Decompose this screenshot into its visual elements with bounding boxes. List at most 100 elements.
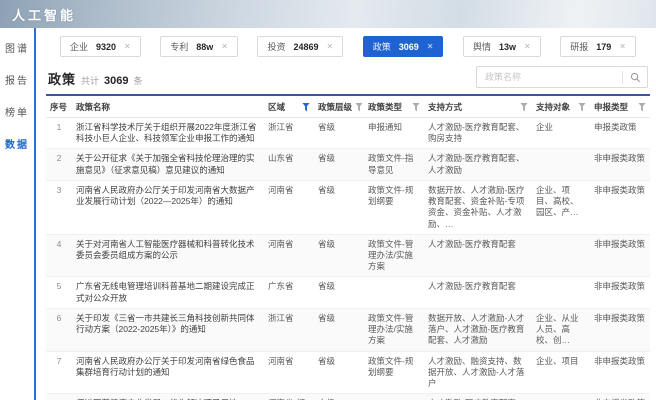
filter-chip-policy[interactable]: 政策 3069 ✕ bbox=[362, 36, 444, 57]
sidebar-item-rank[interactable]: 榜单 bbox=[5, 104, 29, 119]
cell-name[interactable]: 关于对河南省人工智能医疗器械和科普转化技术委员会委员组成方案的公示 bbox=[72, 235, 264, 277]
cell-region: 浙江省 bbox=[268, 122, 294, 132]
cell-support: 数据开放、人才激励-人才落户、人才激励-医疗教育配套、人才激励 bbox=[428, 312, 525, 346]
chip-remove-icon[interactable]: ✕ bbox=[124, 42, 131, 51]
search-input[interactable] bbox=[477, 72, 622, 82]
cell-type: 政策文件-管理办法/实施方案 bbox=[368, 238, 414, 272]
table-row[interactable]: 7 河南省人民政府办公厅关于印发河南省绿色食品集群培育行动计划的通知 河南省 省级 政策… bbox=[46, 352, 650, 395]
cell-level: 省级 bbox=[318, 184, 336, 195]
chip-label: 政策 bbox=[372, 42, 391, 52]
page-title: 政策 bbox=[48, 72, 77, 87]
cell-apply: 非申报类政策 bbox=[594, 153, 646, 164]
column-label: 政策名称 bbox=[76, 102, 111, 112]
table-row[interactable]: 8促进医药健康产业发展，优先解决项目用地。河南省-郑州市市级 人才激励-医疗教育配… bbox=[46, 394, 650, 400]
chip-remove-icon[interactable]: ✕ bbox=[619, 42, 626, 51]
table-header-row: 序号 政策名称 区域 政策层级 政策类型 支持方式 支持对象 申报类型 bbox=[46, 96, 650, 118]
cell-name[interactable]: 促进医药健康产业发展，优先解决项目用地。 bbox=[72, 394, 264, 400]
cell-no: 7 bbox=[56, 355, 62, 366]
chip-count: 3069 bbox=[398, 41, 419, 52]
section-title-wrap: 政策 共计 3069 条 bbox=[48, 69, 143, 88]
filter-chip-patent[interactable]: 专利 88w ✕ bbox=[160, 36, 238, 57]
cell-apply: 非申报类政策 bbox=[594, 312, 646, 323]
column-label: 区域 bbox=[268, 102, 286, 112]
cell-name[interactable]: 广东省无线电管理培训科普基地二期建设完成正式对公众开放 bbox=[72, 277, 264, 307]
column-header-name: 政策名称 bbox=[72, 96, 264, 117]
filter-funnel-icon[interactable] bbox=[638, 102, 646, 112]
cell-apply: 非申报类政策 bbox=[590, 394, 650, 400]
cell-apply: 非申报类政策 bbox=[594, 238, 646, 249]
cell-region: 广东省 bbox=[268, 281, 294, 292]
cell-no: 5 bbox=[56, 281, 62, 292]
cell-apply: 非申报类政策 bbox=[594, 184, 646, 195]
chip-count: 13w bbox=[499, 41, 517, 52]
cell-level: 省级 bbox=[318, 153, 336, 164]
chip-label: 专利 bbox=[170, 42, 189, 52]
column-header-target: 支持对象 bbox=[532, 96, 590, 117]
column-label: 序号 bbox=[50, 102, 68, 112]
cell-type: 政策文件-规划纲要 bbox=[368, 355, 414, 377]
table-row[interactable]: 4 关于对河南省人工智能医疗器械和科普转化技术委员会委员组成方案的公示 河南省 省级 政… bbox=[46, 234, 650, 278]
cell-region: 山东省 bbox=[268, 153, 294, 164]
cell-region: 河南省 bbox=[268, 355, 294, 366]
chip-remove-icon[interactable]: ✕ bbox=[427, 42, 434, 51]
chip-count: 9320 bbox=[96, 41, 117, 52]
table-row[interactable]: 3 河南省人民政府办公厅关于印发河南省大数据产业发展行动计划（2022—2025年… bbox=[46, 181, 650, 235]
filter-chip-opinion[interactable]: 舆情 13w ✕ bbox=[462, 36, 541, 57]
sidebar-item-data[interactable]: 数据 bbox=[5, 136, 29, 151]
filter-chip-research[interactable]: 研报 179 ✕ bbox=[560, 36, 636, 57]
cell-support: 人才激励-医疗教育配套 bbox=[428, 281, 516, 292]
table-row[interactable]: 6 关于印发《三省一市共建长三角科技创新共同体行动方案（2022-2025年）》的… bbox=[46, 308, 650, 352]
cell-region: 浙江省 bbox=[268, 312, 294, 323]
policy-table: 序号 政策名称 区域 政策层级 政策类型 支持方式 支持对象 申报类型 1 浙江省科学技术厅关于… bbox=[46, 94, 650, 400]
table-row[interactable]: 5 广东省无线电管理培训科普基地二期建设完成正式对公众开放 广东省 省级 人才激励-医疗… bbox=[46, 277, 650, 309]
filter-chip-investment[interactable]: 投资 24869 ✕ bbox=[257, 36, 344, 57]
column-header-region: 区域 bbox=[264, 96, 314, 117]
cell-type: 政策文件-规划纲要 bbox=[368, 184, 414, 207]
cell-level: 市级 bbox=[314, 394, 364, 400]
cell-type bbox=[364, 394, 424, 400]
cell-no: 6 bbox=[56, 312, 62, 323]
column-label: 政策类型 bbox=[368, 102, 403, 112]
cell-target bbox=[532, 394, 590, 400]
filter-funnel-icon[interactable] bbox=[355, 102, 364, 112]
filter-funnel-icon[interactable] bbox=[578, 102, 586, 112]
cell-name[interactable]: 河南省人民政府办公厅关于印发河南省大数据产业发展行动计划（2022—2025年）… bbox=[72, 181, 264, 234]
column-header-type: 政策类型 bbox=[364, 96, 424, 117]
cell-level: 省级 bbox=[318, 312, 336, 323]
chip-remove-icon[interactable]: ✕ bbox=[327, 42, 334, 51]
cell-no: 8 bbox=[46, 394, 72, 400]
sidebar-item-graph[interactable]: 图谱 bbox=[5, 40, 29, 55]
sidebar-item-report[interactable]: 报告 bbox=[5, 72, 29, 87]
chip-count: 88w bbox=[196, 41, 214, 52]
chip-remove-icon[interactable]: ✕ bbox=[524, 42, 531, 51]
cell-target: 企业、项目、高校、园区、产… bbox=[536, 184, 579, 218]
cell-target: 企业 bbox=[536, 122, 554, 132]
cell-name[interactable]: 浙江省科学技术厅关于组织开展2022年度浙江省科技小巨人企业、科技领军企业申报工… bbox=[72, 118, 264, 148]
filter-funnel-icon[interactable] bbox=[302, 102, 310, 112]
table-row[interactable]: 1 浙江省科学技术厅关于组织开展2022年度浙江省科技小巨人企业、科技领军企业申报… bbox=[46, 118, 650, 150]
cell-level: 省级 bbox=[318, 281, 336, 292]
cell-name[interactable]: 关于印发《三省一市共建长三角科技创新共同体行动方案（2022-2025年）》的通… bbox=[72, 309, 264, 351]
cell-name[interactable]: 关于公开征求《关于加强全省科技伦理治理的实施意见》（征求意见稿）意见建议的通知 bbox=[72, 149, 264, 179]
cell-region: 河南省-郑州市 bbox=[264, 394, 314, 400]
cell-target: 企业、从业人员、高校、创… bbox=[536, 312, 579, 346]
cell-level: 省级 bbox=[318, 238, 336, 249]
chip-count: 24869 bbox=[293, 41, 319, 52]
column-header-apply: 申报类型 bbox=[590, 96, 650, 117]
search-button[interactable] bbox=[623, 67, 647, 87]
column-label: 支持对象 bbox=[536, 102, 571, 112]
cell-support: 人才激励-医疗教育配套 bbox=[428, 238, 516, 249]
filter-funnel-icon[interactable] bbox=[520, 102, 528, 112]
filter-funnel-icon[interactable] bbox=[412, 102, 420, 112]
cell-support: 数据开放、人才激励-医疗教育配套、资金补贴-专项资金、资金补贴、人才激励、… bbox=[428, 184, 525, 229]
table-row[interactable]: 2 关于公开征求《关于加强全省科技伦理治理的实施意见》（征求意见稿）意见建议的通知… bbox=[46, 149, 650, 181]
filter-chip-enterprise[interactable]: 企业 9320 ✕ bbox=[60, 36, 141, 57]
chip-remove-icon[interactable]: ✕ bbox=[221, 42, 228, 51]
cell-name[interactable]: 河南省人民政府办公厅关于印发河南省绿色食品集群培育行动计划的通知 bbox=[72, 352, 264, 394]
cell-apply: 申报类政策 bbox=[594, 122, 637, 132]
column-label: 申报类型 bbox=[594, 102, 629, 112]
cell-target bbox=[532, 277, 590, 307]
sidebar: 图谱 报告 榜单 数据 bbox=[0, 28, 36, 400]
chip-label: 投资 bbox=[267, 42, 286, 52]
top-banner: 人工智能 bbox=[0, 0, 656, 28]
